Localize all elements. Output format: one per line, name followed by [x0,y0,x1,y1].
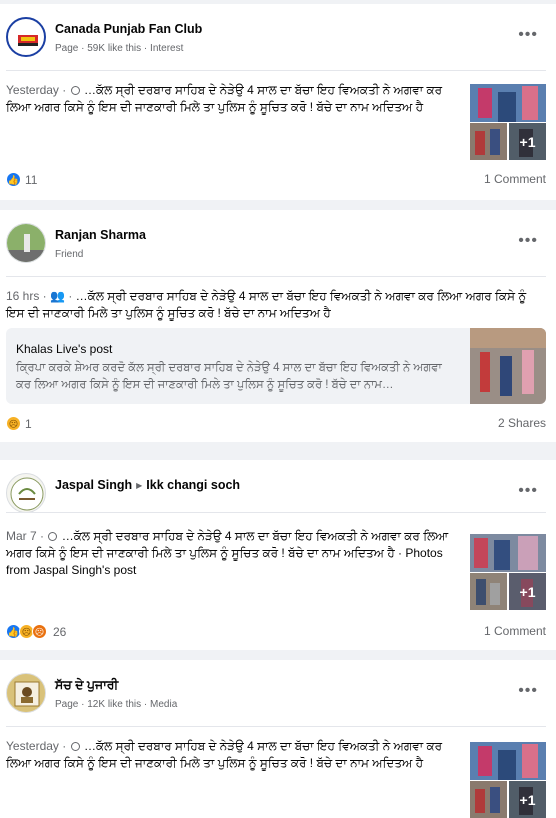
angry-reaction-icon: ☹ [32,624,47,639]
more-photos-count[interactable]: +1 [509,781,546,818]
photo-thumbnail[interactable] [470,781,507,818]
reaction-count[interactable]: 26 [53,625,66,639]
reaction-count[interactable]: 1 [25,417,32,431]
photo-grid[interactable]: +1 [470,84,546,160]
photo-thumbnail[interactable]: +1 [509,781,546,818]
author-name[interactable]: Canada Punjab Fan Club [55,22,202,36]
reactions-summary[interactable]: 👍 11 [6,172,37,187]
like-reaction-icon: 👍 [6,172,21,187]
comments-count[interactable]: 1 Comment [484,624,546,638]
photo-thumbnail[interactable] [470,573,507,610]
author-name[interactable]: Jaspal Singh [55,478,132,492]
post-text-block: Mar 7 · …ਕੱਲ ਸ੍ਰੀ ਦਰਬਾਰ ਸਾਹਿਬ ਦੇ ਨੇੜੇਉ 4… [6,528,466,579]
photo-thumbnail[interactable] [470,534,546,572]
post-time[interactable]: Yesterday · [6,739,66,753]
sad-reaction-icon: ☹ [6,416,21,431]
photo-thumbnail[interactable]: +1 [509,123,546,160]
post-time[interactable]: 16 hrs · [6,289,47,303]
shared-to-arrow-icon: ▶ [136,481,143,490]
divider [6,726,546,727]
post-time[interactable]: Yesterday · [6,83,66,97]
photo-grid[interactable]: +1 [470,534,546,610]
news-feed: Canada Punjab Fan Club Page · 59K like t… [0,0,556,818]
reactions-summary[interactable]: 👍 ☹ ☹ 26 [6,624,66,639]
more-options-icon[interactable]: ••• [518,683,538,699]
group-name[interactable]: Ikk changi soch [146,478,240,492]
divider [6,276,546,277]
avatar[interactable] [6,223,46,263]
author-name[interactable]: ਸੱਚ ਦੇ ਪੁਜਾਰੀ [55,678,118,692]
post-text-block: 16 hrs · 👥 · …ਕੱਲ ਸ੍ਰੀ ਦਰਬਾਰ ਸਾਹਿਬ ਦੇ ਨੇ… [6,289,527,320]
author-meta: Page · 12K like this · Media [55,699,178,710]
post-card: Jaspal Singh ▶ Ikk changi soch ••• Mar 7 ·… [0,460,556,650]
post-card: ਸੱਚ ਦੇ ਪੁਜਾਰੀ Page · 12K like this · Med… [0,660,556,818]
photo-grid[interactable]: +1 [470,742,546,818]
post-text: …ਕੱਲ ਸ੍ਰੀ ਦਰਬਾਰ ਸਾਹਿਬ ਦੇ ਨੇੜੇਉ 4 ਸਾਲ ਦਾ … [6,529,449,577]
more-photos-count[interactable]: +1 [509,123,546,160]
shared-post[interactable]: Khalas Live's post ਕ੍ਰਿਪਾ ਕਰਕੇ ਸ਼ੇਅਰ ਕਰਦ… [6,328,546,404]
more-options-icon[interactable]: ••• [518,27,538,43]
divider [6,70,546,71]
shared-post-thumbnail[interactable] [470,328,546,404]
globe-icon [70,742,80,751]
post-card: Ranjan Sharma Friend ••• 16 hrs · 👥 · …ਕ… [0,210,556,442]
globe-icon [70,86,80,95]
post-time[interactable]: Mar 7 · [6,529,44,543]
post-text-block: Yesterday · …ਕੱਲ ਸ੍ਰੀ ਦਰਬਾਰ ਸਾਹਿਬ ਦੇ ਨੇੜ… [6,82,466,116]
more-options-icon[interactable]: ••• [518,483,538,499]
photo-thumbnail[interactable]: +1 [509,573,546,610]
post-text: …ਕੱਲ ਸ੍ਰੀ ਦਰਬਾਰ ਸਾਹਿਬ ਦੇ ਨੇੜੇਉ 4 ਸਾਲ ਦਾ … [6,289,527,320]
post-header: ਸੱਚ ਦੇ ਪੁਜਾਰੀ Page · 12K like this · Med… [0,660,556,726]
friends-icon: 👥 [50,289,65,303]
shared-post-source[interactable]: Khalas Live's post [16,342,112,356]
avatar[interactable] [6,17,46,57]
shares-count[interactable]: 2 Shares [498,416,546,430]
shared-post-text: ਕ੍ਰਿਪਾ ਕਰਕੇ ਸ਼ੇਅਰ ਕਰਦੋ ਕੱਲ ਸ੍ਰੀ ਦਰਬਾਰ ਸਾ… [16,362,442,391]
avatar[interactable] [6,473,46,513]
avatar[interactable] [6,673,46,713]
post-card: Canada Punjab Fan Club Page · 59K like t… [0,4,556,200]
post-header: Jaspal Singh ▶ Ikk changi soch ••• [0,460,556,526]
comments-count[interactable]: 1 Comment [484,172,546,186]
post-text-block: Yesterday · …ਕੱਲ ਸ੍ਰੀ ਦਰਬਾਰ ਸਾਹਿਬ ਦੇ ਨੇੜ… [6,738,466,772]
reactions-summary[interactable]: ☹ 1 [6,416,32,431]
reaction-count[interactable]: 11 [25,173,37,187]
photo-thumbnail[interactable] [470,123,507,160]
photo-thumbnail[interactable] [470,84,546,122]
divider [6,512,546,513]
author-name[interactable]: Ranjan Sharma [55,228,146,242]
more-options-icon[interactable]: ••• [518,233,538,249]
globe-icon [48,532,58,541]
post-header: Ranjan Sharma Friend ••• [0,210,556,276]
post-header: Canada Punjab Fan Club Page · 59K like t… [0,4,556,70]
author-meta: Page · 59K like this · Interest [55,43,184,54]
author-meta: Friend [55,249,84,260]
photo-thumbnail[interactable] [470,742,546,780]
more-photos-count[interactable]: +1 [509,573,546,610]
